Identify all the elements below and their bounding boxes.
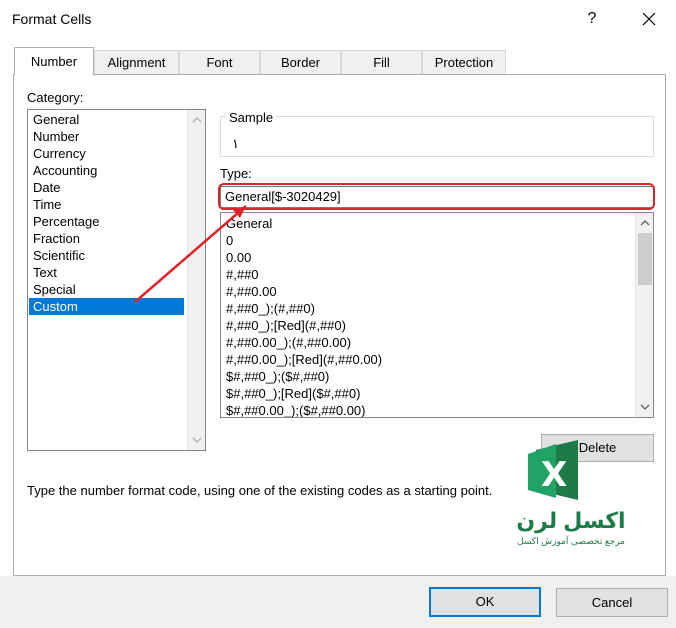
scroll-down-icon[interactable]	[192, 435, 202, 445]
format-code-scrollbar[interactable]	[635, 213, 653, 417]
format-code-item[interactable]: #,##0.00_);[Red](#,##0.00)	[226, 351, 382, 368]
excel-logo-icon: X	[528, 440, 578, 500]
tab-number[interactable]: Number	[14, 47, 94, 76]
watermark-title: اکسل لرن	[516, 508, 626, 533]
category-list[interactable]: General Number Currency Accounting Date …	[27, 109, 206, 451]
tab-fill[interactable]: Fill	[341, 50, 422, 76]
format-code-list[interactable]: General 0 0.00 #,##0 #,##0.00 #,##0_);(#…	[220, 212, 654, 418]
category-item-currency[interactable]: Currency	[29, 145, 184, 162]
scroll-down-icon[interactable]	[640, 402, 650, 412]
sample-groupbox	[220, 116, 654, 157]
tab-border[interactable]: Border	[260, 50, 341, 76]
format-code-item[interactable]: #,##0	[226, 266, 259, 283]
cancel-button[interactable]: Cancel	[556, 588, 668, 617]
watermark-subtitle: مرجع تخصصی آموزش اکسل	[517, 536, 625, 546]
format-code-item[interactable]: 0.00	[226, 249, 251, 266]
format-code-item[interactable]: #,##0_);[Red](#,##0)	[226, 317, 346, 334]
format-code-item[interactable]: $#,##0.00_);($#,##0.00)	[226, 402, 366, 417]
category-item-accounting[interactable]: Accounting	[29, 162, 184, 179]
format-code-item[interactable]: $#,##0_);[Red]($#,##0)	[226, 385, 360, 402]
category-scrollbar[interactable]	[187, 110, 205, 450]
category-item-text[interactable]: Text	[29, 264, 184, 281]
sample-value: ١	[232, 136, 239, 151]
format-code-item[interactable]: 0	[226, 232, 233, 249]
category-item-scientific[interactable]: Scientific	[29, 247, 184, 264]
tab-protection[interactable]: Protection	[422, 50, 506, 76]
category-item-date[interactable]: Date	[29, 179, 184, 196]
excel-learn-watermark: X اکسل لرن مرجع تخصصی آموزش اکسل	[506, 438, 636, 550]
format-code-item[interactable]: #,##0.00	[226, 283, 277, 300]
category-item-number[interactable]: Number	[29, 128, 184, 145]
format-code-item[interactable]: $#,##0_);($#,##0)	[226, 368, 329, 385]
tab-font[interactable]: Font	[179, 50, 260, 76]
category-item-time[interactable]: Time	[29, 196, 184, 213]
type-input-highlight	[218, 183, 655, 210]
category-item-special[interactable]: Special	[29, 281, 184, 298]
scroll-up-icon[interactable]	[640, 218, 650, 228]
scroll-up-icon[interactable]	[192, 115, 202, 125]
tab-alignment[interactable]: Alignment	[94, 50, 179, 76]
dialog-title: Format Cells	[12, 11, 92, 27]
sample-label: Sample	[226, 110, 277, 125]
format-code-item[interactable]: #,##0.00_);(#,##0.00)	[226, 334, 351, 351]
close-icon	[642, 12, 656, 26]
format-code-item[interactable]: #,##0_);(#,##0)	[226, 300, 315, 317]
category-item-custom[interactable]: Custom	[29, 298, 184, 315]
category-label: Category:	[27, 90, 84, 105]
category-item-percentage[interactable]: Percentage	[29, 213, 184, 230]
svg-text:X: X	[541, 455, 567, 495]
category-item-fraction[interactable]: Fraction	[29, 230, 184, 247]
hint-text: Type the number format code, using one o…	[27, 483, 493, 498]
close-button[interactable]	[632, 6, 666, 32]
type-label: Type:	[220, 166, 252, 181]
scroll-thumb[interactable]	[638, 233, 652, 285]
ok-button[interactable]: OK	[429, 587, 541, 617]
title-bar: Format Cells ?	[0, 0, 676, 38]
help-button[interactable]: ?	[578, 8, 606, 32]
category-item-general[interactable]: General	[29, 111, 184, 128]
format-code-item[interactable]: General	[226, 215, 272, 232]
